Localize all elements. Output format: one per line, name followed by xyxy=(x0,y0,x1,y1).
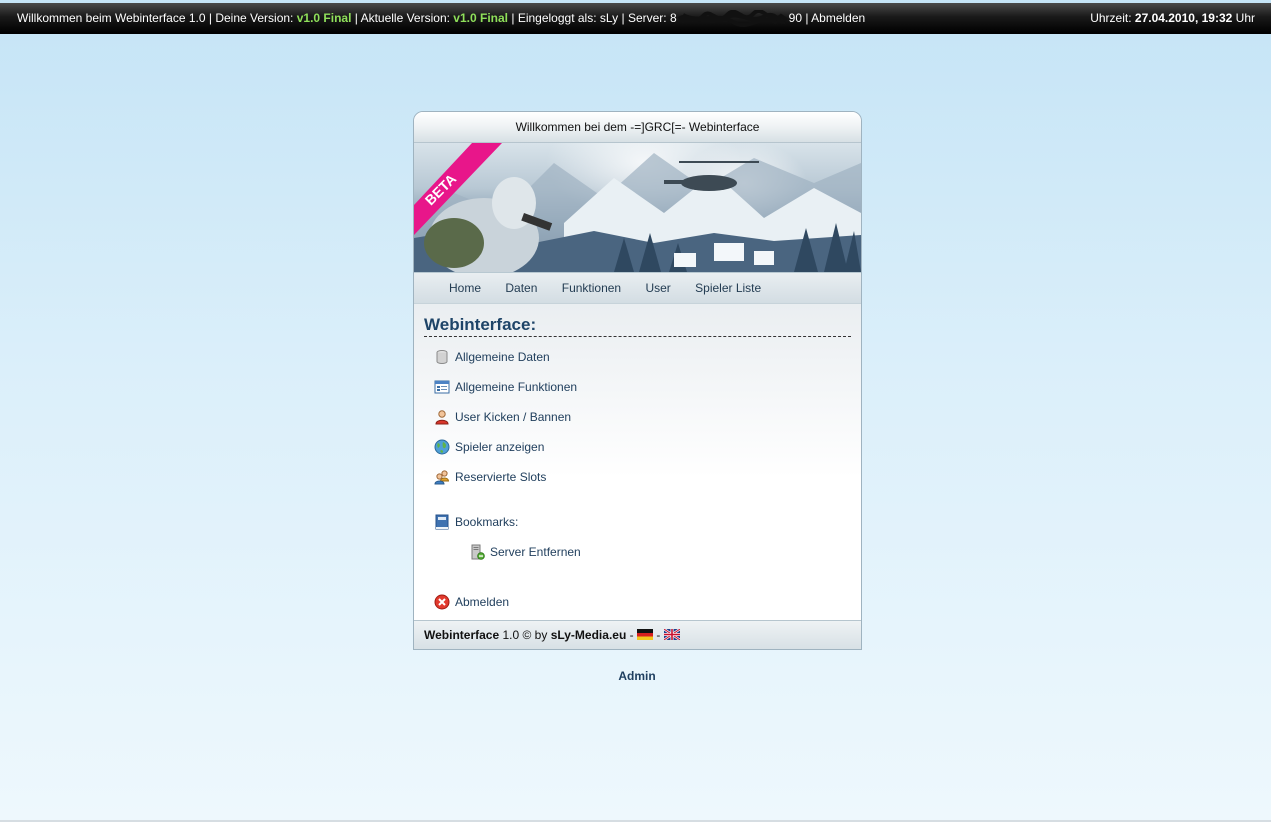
footer-app-name: Webinterface xyxy=(424,628,500,642)
nav-home[interactable]: Home xyxy=(449,281,481,295)
user-icon xyxy=(435,410,449,425)
main-panel: Willkommen bei dem -=]GRC[=- Webinterfac… xyxy=(413,111,862,650)
admin-link[interactable]: Admin xyxy=(600,669,674,683)
book-icon xyxy=(435,514,449,530)
menu-item-label: Reservierte Slots xyxy=(455,470,547,484)
separator: | xyxy=(805,11,809,25)
content-area: Webinterface: Allgemeine Daten Allgemein… xyxy=(414,304,861,620)
globe-icon xyxy=(434,439,450,455)
content-title: Webinterface: xyxy=(424,304,851,337)
banner-image: BETA xyxy=(414,143,861,272)
time-label: Uhrzeit: xyxy=(1090,11,1132,25)
german-flag-icon[interactable] xyxy=(636,629,653,640)
server-label: Server: xyxy=(627,11,667,25)
menu-item-label: Abmelden xyxy=(455,595,510,609)
footer-site-link[interactable]: sLy-Media.eu xyxy=(551,628,627,642)
nav-user[interactable]: User xyxy=(645,281,670,295)
welcome-text: Willkommen beim Webinterface 1.0 xyxy=(17,11,206,25)
server-address-start: 8 xyxy=(669,11,677,25)
separator: | xyxy=(208,11,212,25)
logged-in-label: Eingeloggt als: xyxy=(517,11,597,25)
uk-flag-icon[interactable] xyxy=(663,629,680,640)
separator: | xyxy=(354,11,358,25)
window-list-icon xyxy=(434,380,450,394)
header-banner: BETA xyxy=(414,143,861,272)
close-circle-icon xyxy=(434,594,450,610)
footer-version: 1.0 © by xyxy=(502,628,548,642)
clock: Uhrzeit: 27.04.2010, 19:32 Uhr xyxy=(1090,3,1255,33)
panel-footer: Webinterface 1.0 © by sLy-Media.eu - - xyxy=(414,620,861,649)
main-nav: Home Daten Funktionen User Spieler Liste xyxy=(414,272,861,304)
database-icon xyxy=(436,350,448,364)
bookmarks-label: Bookmarks: xyxy=(455,515,519,529)
separator: | xyxy=(621,11,625,25)
menu-item-label: Allgemeine Funktionen xyxy=(455,380,578,394)
nav-funktionen[interactable]: Funktionen xyxy=(562,281,621,295)
your-version-label: Deine Version: xyxy=(215,11,294,25)
separator: | xyxy=(511,11,515,25)
time-unit: Uhr xyxy=(1235,11,1255,25)
current-version-value: v1.0 Final xyxy=(453,11,508,25)
menu-item-label: User Kicken / Bannen xyxy=(455,410,572,424)
menu-item-label: Spieler anzeigen xyxy=(455,440,545,454)
nav-spieler-liste[interactable]: Spieler Liste xyxy=(695,281,761,295)
footer-dash: - xyxy=(629,628,634,642)
nav-daten[interactable]: Daten xyxy=(505,281,537,295)
time-value: 27.04.2010, 19:32 xyxy=(1134,11,1233,25)
topbar-info: Willkommen beim Webinterface 1.0 | Deine… xyxy=(17,3,865,33)
logout-link[interactable]: Abmelden xyxy=(811,11,865,25)
menu-item-label: Allgemeine Daten xyxy=(455,350,550,364)
server-address-end: 90 xyxy=(788,11,803,25)
current-version-label: Aktuelle Version: xyxy=(360,11,450,25)
panel-title: Willkommen bei dem -=]GRC[=- Webinterfac… xyxy=(414,112,861,143)
top-status-bar: Willkommen beim Webinterface 1.0 | Deine… xyxy=(0,3,1271,34)
logged-in-user: sLy xyxy=(599,11,619,25)
server-remove-icon xyxy=(471,544,485,560)
your-version-value: v1.0 Final xyxy=(296,11,352,25)
bookmark-label: Server Entfernen xyxy=(490,545,581,559)
footer-dash: - xyxy=(656,628,661,642)
users-icon xyxy=(434,470,450,485)
redacted-scribble xyxy=(677,8,789,27)
